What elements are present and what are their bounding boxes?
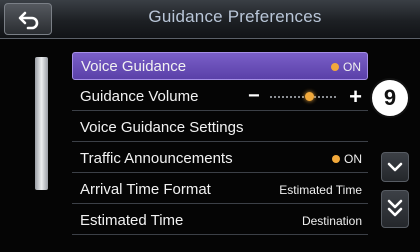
volume-track[interactable] (270, 96, 336, 98)
menu-item-guidance-volume[interactable]: Guidance Volume − + (72, 83, 368, 111)
page-title: Guidance Preferences (148, 7, 322, 26)
arrival-time-format-value: Estimated Time (279, 183, 362, 197)
menu-item-label: Estimated Time (80, 212, 184, 229)
back-button[interactable] (4, 3, 52, 35)
voice-guidance-status: ON (331, 60, 361, 74)
volume-plus-button[interactable]: + (349, 84, 362, 110)
menu-item-voice-guidance-settings[interactable]: Voice Guidance Settings (72, 114, 368, 142)
volume-slider[interactable]: − + (248, 84, 362, 110)
menu-item-label: Guidance Volume (80, 88, 199, 105)
navigation-screen: Guidance Preferences Voice Guidance ON G… (0, 0, 420, 252)
menu-item-traffic-announcements[interactable]: Traffic Announcements ON (72, 145, 368, 173)
menu-item-estimated-time[interactable]: Estimated Time Destination (72, 207, 368, 235)
menu-item-arrival-time-format[interactable]: Arrival Time Format Estimated Time (72, 176, 368, 204)
settings-list: Voice Guidance ON Guidance Volume − + Vo… (72, 52, 368, 238)
volume-knob[interactable] (305, 92, 315, 101)
double-chevron-down-icon (387, 199, 403, 217)
menu-item-label: Voice Guidance Settings (80, 119, 244, 136)
header-bar: Guidance Preferences (0, 0, 420, 39)
menu-item-label: Traffic Announcements (80, 150, 233, 167)
page-down-button[interactable] (381, 190, 409, 228)
scroll-down-button[interactable] (381, 152, 409, 182)
menu-item-voice-guidance[interactable]: Voice Guidance ON (72, 52, 368, 80)
volume-minus-button[interactable]: − (248, 85, 260, 108)
status-dot-icon (332, 155, 340, 163)
list-scrollbar[interactable] (35, 57, 48, 190)
traffic-announcements-status: ON (332, 152, 362, 166)
callout-number-badge: 9 (370, 78, 410, 118)
menu-item-label: Voice Guidance (81, 58, 187, 75)
menu-item-label: Arrival Time Format (80, 181, 211, 198)
back-arrow-icon (18, 11, 39, 30)
status-dot-icon (331, 63, 339, 71)
chevron-down-icon (387, 162, 403, 172)
estimated-time-value: Destination (301, 214, 362, 228)
